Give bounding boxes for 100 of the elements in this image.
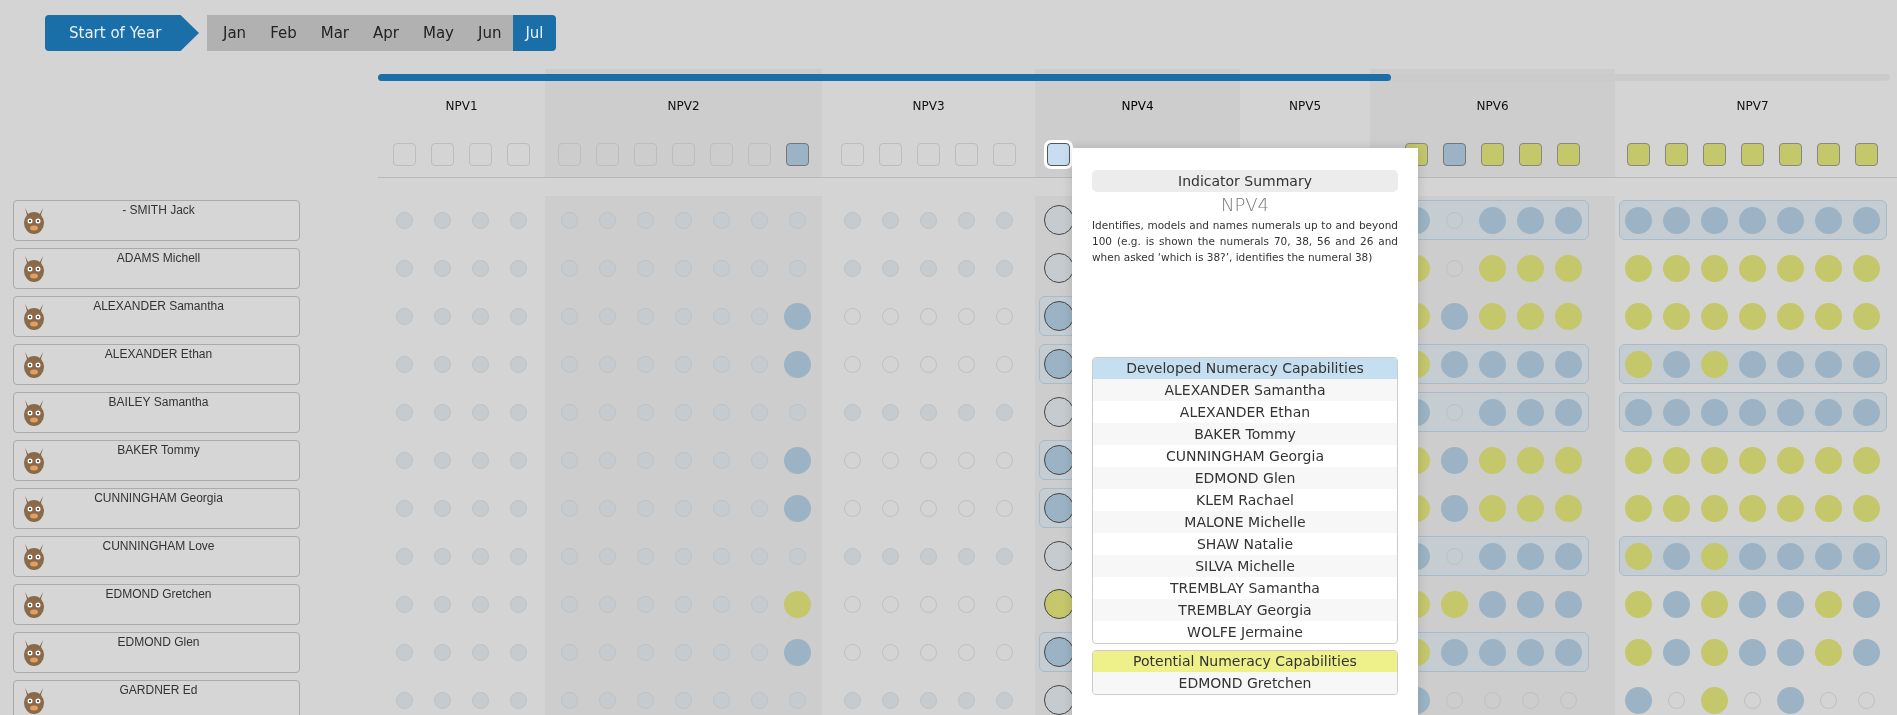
assessment-dot[interactable] — [1044, 253, 1074, 283]
assessment-dot[interactable] — [1853, 350, 1880, 378]
assessment-dot[interactable] — [1701, 350, 1728, 378]
assessment-dot[interactable] — [1517, 398, 1544, 426]
assessment-dot[interactable] — [1044, 397, 1074, 427]
indicator-checkbox[interactable] — [1443, 142, 1466, 166]
assessment-dot[interactable] — [1701, 686, 1728, 714]
assessment-dot[interactable] — [1625, 590, 1652, 618]
assessment-dot[interactable] — [1853, 398, 1880, 426]
indicator-heading[interactable]: NPV1 — [445, 87, 478, 113]
assessment-dot[interactable] — [1777, 446, 1804, 474]
assessment-dot[interactable] — [1701, 398, 1728, 426]
assessment-dot[interactable] — [1739, 638, 1766, 666]
assessment-dot[interactable] — [1625, 542, 1652, 570]
assessment-dot[interactable] — [784, 590, 811, 618]
assessment-dot[interactable] — [1044, 637, 1074, 667]
assessment-dot[interactable] — [1044, 349, 1074, 379]
student-button[interactable]: ADAMS Michell — [13, 248, 300, 289]
indicator-checkbox[interactable] — [1741, 142, 1764, 166]
indicator-checkbox[interactable] — [1627, 142, 1650, 166]
assessment-dot[interactable] — [1663, 446, 1690, 474]
indicator-checkbox[interactable] — [1665, 142, 1688, 166]
assessment-dot[interactable] — [1625, 302, 1652, 330]
assessment-dot[interactable] — [1663, 638, 1690, 666]
assessment-dot[interactable] — [1517, 638, 1544, 666]
assessment-dot[interactable] — [1479, 542, 1506, 570]
assessment-dot[interactable] — [1777, 542, 1804, 570]
indicator-heading[interactable]: NPV7 — [1736, 87, 1769, 113]
assessment-dot[interactable] — [1441, 302, 1468, 330]
assessment-dot[interactable] — [1479, 254, 1506, 282]
indicator-checkbox[interactable] — [1557, 142, 1580, 166]
assessment-dot[interactable] — [1441, 494, 1468, 522]
assessment-dot[interactable] — [1815, 638, 1842, 666]
assessment-dot[interactable] — [1777, 206, 1804, 234]
assessment-dot[interactable] — [1479, 638, 1506, 666]
indicator-checkbox[interactable] — [786, 142, 809, 166]
assessment-dot[interactable] — [1517, 446, 1544, 474]
student-button[interactable]: ALEXANDER Samantha — [13, 296, 300, 337]
indicator-heading[interactable]: NPV5 — [1288, 87, 1322, 113]
indicator-checkbox[interactable] — [1855, 142, 1878, 166]
assessment-dot[interactable] — [1517, 254, 1544, 282]
assessment-dot[interactable] — [1739, 350, 1766, 378]
assessment-dot[interactable] — [1479, 206, 1506, 234]
assessment-dot[interactable] — [1701, 494, 1728, 522]
assessment-dot[interactable] — [1555, 446, 1582, 474]
assessment-dot[interactable] — [1815, 542, 1842, 570]
student-button[interactable]: CUNNINGHAM Love — [13, 536, 300, 577]
assessment-dot[interactable] — [1739, 254, 1766, 282]
student-button[interactable]: GARDNER Ed — [13, 680, 300, 715]
student-button[interactable]: - SMITH Jack — [13, 200, 300, 241]
assessment-dot[interactable] — [1663, 494, 1690, 522]
assessment-dot[interactable] — [1625, 350, 1652, 378]
assessment-dot[interactable] — [1044, 445, 1074, 475]
assessment-dot[interactable] — [1625, 494, 1652, 522]
indicator-heading[interactable]: NPV4 — [1121, 87, 1154, 113]
indicator-checkbox[interactable] — [1519, 142, 1542, 166]
assessment-dot[interactable] — [1701, 302, 1728, 330]
assessment-dot[interactable] — [1663, 542, 1690, 570]
assessment-dot[interactable] — [1853, 254, 1880, 282]
period-tab[interactable]: May — [410, 15, 466, 51]
assessment-dot[interactable] — [1815, 350, 1842, 378]
assessment-dot[interactable] — [1701, 590, 1728, 618]
assessment-dot[interactable] — [1815, 302, 1842, 330]
assessment-dot[interactable] — [1739, 206, 1766, 234]
student-button[interactable]: ALEXANDER Ethan — [13, 344, 300, 385]
indicator-checkbox[interactable] — [1779, 142, 1802, 166]
assessment-dot[interactable] — [1517, 206, 1544, 234]
period-tab[interactable]: Jun — [465, 15, 514, 51]
assessment-dot[interactable] — [1853, 638, 1880, 666]
assessment-dot[interactable] — [1853, 206, 1880, 234]
assessment-dot[interactable] — [1441, 350, 1468, 378]
assessment-dot[interactable] — [1625, 254, 1652, 282]
assessment-dot[interactable] — [1701, 446, 1728, 474]
assessment-dot[interactable] — [1479, 302, 1506, 330]
assessment-dot[interactable] — [1625, 398, 1652, 426]
indicator-checkbox[interactable] — [1481, 142, 1504, 166]
period-tab[interactable]: Apr — [361, 15, 411, 51]
assessment-dot[interactable] — [1663, 398, 1690, 426]
assessment-dot[interactable] — [1517, 542, 1544, 570]
assessment-dot[interactable] — [1815, 254, 1842, 282]
assessment-dot[interactable] — [1815, 206, 1842, 234]
assessment-dot[interactable] — [1663, 590, 1690, 618]
assessment-dot[interactable] — [1815, 446, 1842, 474]
assessment-dot[interactable] — [1044, 301, 1074, 331]
period-tab[interactable]: Start of Year — [45, 15, 199, 51]
assessment-dot[interactable] — [1044, 685, 1074, 715]
assessment-dot[interactable] — [1853, 302, 1880, 330]
assessment-dot[interactable] — [784, 446, 811, 474]
assessment-dot[interactable] — [1815, 398, 1842, 426]
student-button[interactable]: BAKER Tommy — [13, 440, 300, 481]
assessment-dot[interactable] — [1441, 590, 1468, 618]
assessment-dot[interactable] — [1853, 446, 1880, 474]
assessment-dot[interactable] — [1739, 590, 1766, 618]
assessment-dot[interactable] — [1555, 494, 1582, 522]
assessment-dot[interactable] — [1815, 590, 1842, 618]
assessment-dot[interactable] — [1739, 446, 1766, 474]
assessment-dot[interactable] — [784, 302, 811, 330]
period-tab[interactable]: Jan — [207, 15, 259, 51]
assessment-dot[interactable] — [1625, 446, 1652, 474]
assessment-dot[interactable] — [1555, 254, 1582, 282]
